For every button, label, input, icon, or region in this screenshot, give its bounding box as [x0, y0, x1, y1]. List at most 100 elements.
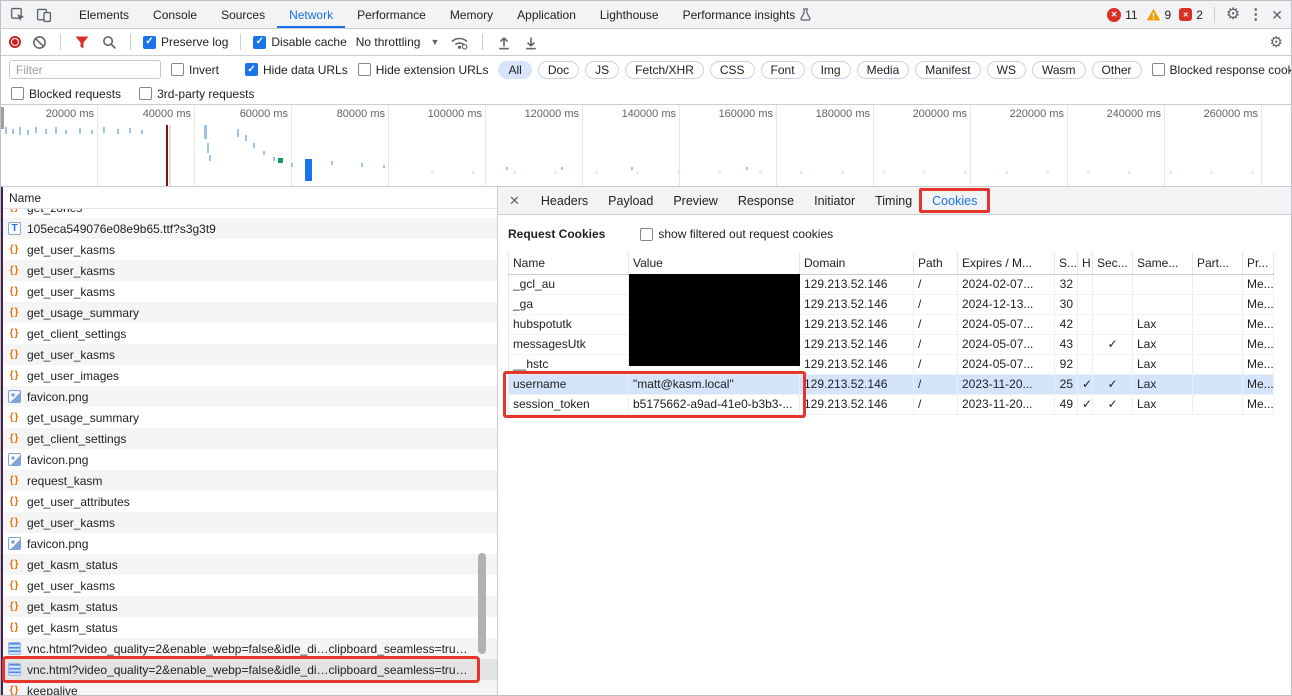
settings-gear-icon[interactable]: ⚙ — [1226, 6, 1240, 23]
show-filtered-cookies-checkbox[interactable]: show filtered out request cookies — [640, 227, 833, 241]
export-har-icon[interactable] — [522, 29, 540, 55]
main-tab[interactable]: Network — [277, 1, 345, 28]
cookie-row[interactable]: _gcl_au 129.213.52.146 / 2024-02-07... 3… — [508, 274, 1274, 295]
request-row[interactable]: get_kasm_status — [1, 554, 497, 575]
checkbox[interactable] — [253, 35, 267, 49]
request-row[interactable]: favicon.png — [1, 533, 497, 554]
main-tab[interactable]: Memory — [438, 1, 505, 28]
cookie-column-header[interactable]: Pr... — [1242, 252, 1274, 275]
inspect-element-icon[interactable] — [5, 2, 31, 28]
checkbox[interactable] — [1151, 63, 1165, 76]
request-row[interactable]: favicon.png — [1, 386, 497, 407]
name-column-header[interactable]: Name — [1, 187, 497, 209]
filter-pill[interactable]: Manifest — [915, 60, 981, 79]
request-row[interactable]: get_usage_summary — [1, 407, 497, 428]
checkbox[interactable] — [143, 35, 156, 49]
cookie-row[interactable]: _ga 129.213.52.146 / 2024-12-13... 30 Me… — [508, 294, 1274, 315]
main-tab[interactable]: Elements — [67, 1, 141, 28]
disable-cache-checkbox[interactable]: Disable cache — [253, 35, 347, 49]
hide-extension-urls-checkbox[interactable]: Hide extension URLs — [357, 63, 488, 77]
cookie-column-header[interactable]: Domain — [799, 252, 914, 275]
import-har-icon[interactable] — [495, 29, 513, 55]
filter-pill[interactable]: Fetch/XHR — [625, 60, 704, 79]
filter-pill[interactable]: Font — [760, 60, 805, 79]
request-row[interactable]: get_user_attributes — [1, 491, 497, 512]
main-tab[interactable]: Sources — [209, 1, 277, 28]
filter-pill[interactable]: Other — [1091, 60, 1142, 79]
cookie-row[interactable]: session_token b5175662-a9ad-41e0-b3b3-..… — [508, 394, 1274, 415]
filter-input[interactable] — [9, 60, 161, 79]
invert-checkbox[interactable]: Invert — [171, 63, 219, 77]
cookie-column-header[interactable]: Part... — [1192, 252, 1243, 275]
request-row[interactable]: get_user_kasms — [1, 575, 497, 596]
blocked-response-cookies-checkbox[interactable]: Blocked response cookies — [1151, 63, 1291, 77]
request-row[interactable]: get_kasm_status — [1, 617, 497, 638]
request-list-scrollbar[interactable] — [478, 553, 486, 654]
cookie-row[interactable]: messagesUtk 129.213.52.146 / 2024-05-07.… — [508, 334, 1274, 355]
issues-badge[interactable]: ✕ 2 — [1179, 8, 1203, 22]
detail-tab[interactable]: Headers — [531, 187, 598, 214]
more-options-icon[interactable]: ⋮ — [1248, 7, 1263, 22]
request-row[interactable]: get_client_settings — [1, 428, 497, 449]
hide-data-urls-checkbox[interactable]: Hide data URLs — [245, 63, 348, 77]
cookie-column-header[interactable]: Sec... — [1092, 252, 1133, 275]
main-tab[interactable]: Performance — [345, 1, 438, 28]
detail-tab[interactable]: Timing — [865, 187, 922, 214]
close-devtools-icon[interactable]: ✕ — [1271, 8, 1283, 22]
detail-tab[interactable]: Response — [728, 187, 804, 214]
cookie-column-header[interactable]: Expires / M... — [957, 252, 1055, 275]
request-row[interactable]: get_kasm_status — [1, 596, 497, 617]
request-row[interactable]: get_user_kasms — [1, 239, 497, 260]
main-tab[interactable]: Performance insights — [671, 1, 824, 28]
filter-funnel-icon[interactable] — [73, 29, 91, 55]
filter-pill[interactable]: Img — [810, 60, 851, 79]
search-icon[interactable] — [100, 29, 118, 55]
preserve-log-checkbox[interactable]: Preserve log — [143, 35, 228, 49]
network-settings-gear-icon[interactable]: ⚙ — [1270, 35, 1283, 50]
third-party-requests-checkbox[interactable]: 3rd-party requests — [139, 87, 254, 101]
cookie-column-header[interactable]: Same... — [1132, 252, 1193, 275]
close-detail-icon[interactable]: ✕ — [498, 193, 531, 209]
record-button[interactable] — [9, 36, 21, 48]
network-conditions-icon[interactable] — [448, 29, 470, 55]
filter-pill[interactable]: Wasm — [1031, 60, 1086, 79]
cookie-row[interactable]: username "matt@kasm.local" 129.213.52.14… — [508, 374, 1274, 395]
main-tab[interactable]: Lighthouse — [588, 1, 671, 28]
request-row[interactable]: get_client_settings — [1, 323, 497, 344]
checkbox[interactable] — [11, 87, 24, 100]
device-toolbar-icon[interactable] — [31, 2, 57, 28]
cookie-row[interactable]: hubspotutk 129.213.52.146 / 2024-05-07..… — [508, 314, 1274, 335]
request-row[interactable]: get_usage_summary — [1, 302, 497, 323]
cookie-row[interactable]: __hstc 129.213.52.146 / 2024-05-07... 92… — [508, 354, 1274, 375]
filter-pill[interactable]: CSS — [709, 60, 755, 79]
detail-tab[interactable]: Preview — [663, 187, 727, 214]
request-row[interactable]: request_kasm — [1, 470, 497, 491]
clear-icon[interactable] — [30, 29, 48, 55]
request-row[interactable]: get_user_images — [1, 365, 497, 386]
request-row[interactable]: get_zones — [1, 209, 497, 218]
checkbox[interactable] — [640, 227, 654, 241]
filter-pill[interactable]: JS — [585, 60, 620, 79]
checkbox[interactable] — [357, 63, 371, 76]
filter-pill[interactable]: All — [498, 60, 532, 79]
blocked-requests-checkbox[interactable]: Blocked requests — [11, 87, 121, 101]
request-row[interactable]: get_user_kasms — [1, 512, 497, 533]
request-row[interactable]: get_user_kasms — [1, 344, 497, 365]
filter-pill[interactable]: Doc — [537, 60, 580, 79]
errors-badge[interactable]: ✕ 11 — [1107, 7, 1138, 22]
cookie-column-header[interactable]: Path — [913, 252, 958, 275]
request-row[interactable]: vnc.html?video_quality=2&enable_webp=fal… — [1, 659, 497, 680]
request-row[interactable]: get_user_kasms — [1, 281, 497, 302]
request-row[interactable]: favicon.png — [1, 449, 497, 470]
checkbox[interactable] — [139, 87, 153, 100]
cookie-column-header[interactable]: H — [1077, 252, 1093, 275]
detail-tab[interactable]: Initiator — [804, 187, 865, 214]
request-row[interactable]: get_user_kasms — [1, 260, 497, 281]
request-row[interactable]: 105eca549076e08e9b65.ttf?s3g3t9 — [1, 218, 497, 239]
filter-pill[interactable]: Media — [856, 60, 910, 79]
main-tab[interactable]: Console — [141, 1, 209, 28]
request-row[interactable]: keepalive — [1, 680, 497, 695]
checkbox[interactable] — [245, 63, 259, 76]
cookie-column-header[interactable]: Value — [628, 252, 800, 275]
detail-tab[interactable]: Cookies — [919, 187, 991, 214]
